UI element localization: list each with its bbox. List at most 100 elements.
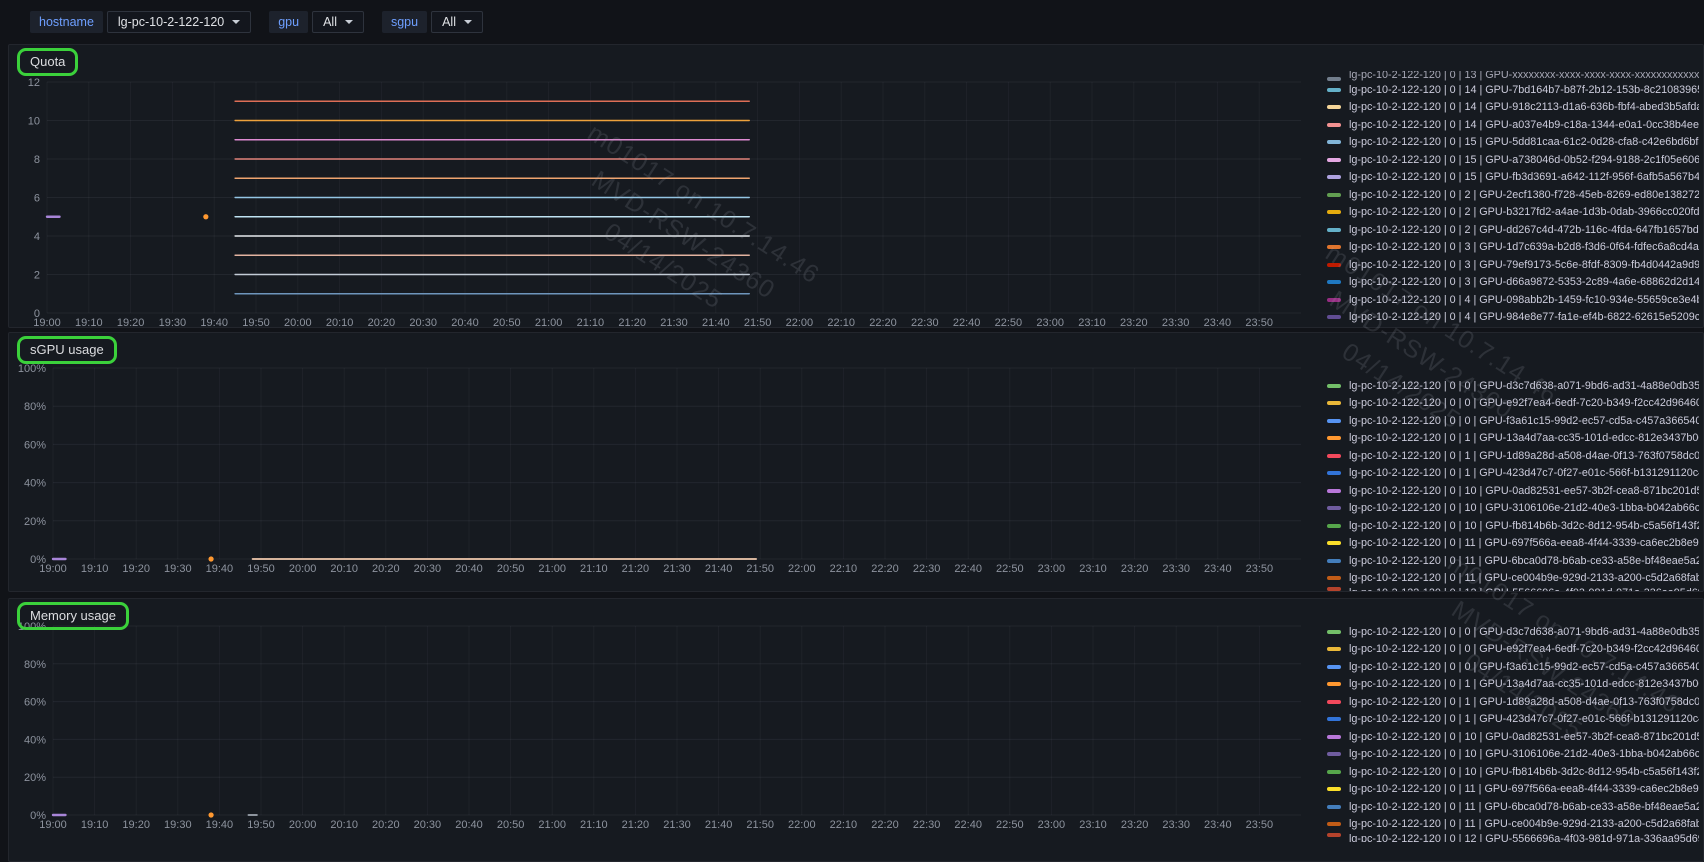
legend-label: lg-pc-10-2-122-120 | 0 | 1 | GPU-13a4d7a… [1349, 678, 1699, 690]
y-axis-tick-label: 60% [24, 439, 46, 451]
x-axis-tick-label: 20:10 [330, 819, 358, 831]
legend-item[interactable]: lg-pc-10-2-122-120 | 0 | 4 | GPU-098abb2… [1327, 291, 1699, 309]
legend-item[interactable]: lg-pc-10-2-122-120 | 0 | 13 | GPU-xxxxxx… [1327, 71, 1699, 81]
x-axis-tick-label: 22:00 [788, 819, 816, 831]
legend-item[interactable]: lg-pc-10-2-122-120 | 0 | 12 | GPU-556669… [1327, 587, 1699, 592]
legend-item[interactable]: lg-pc-10-2-122-120 | 0 | 11 | GPU-ce004b… [1327, 816, 1699, 834]
x-axis-tick-label: 19:40 [206, 563, 234, 575]
x-axis-tick-label: 19:50 [242, 317, 270, 327]
legend-item[interactable]: lg-pc-10-2-122-120 | 0 | 14 | GPU-918c21… [1327, 99, 1699, 117]
legend-item[interactable]: lg-pc-10-2-122-120 | 0 | 10 | GPU-310610… [1327, 746, 1699, 764]
legend-label: lg-pc-10-2-122-120 | 0 | 15 | GPU-a73804… [1349, 154, 1699, 166]
x-axis-tick-label: 20:50 [493, 317, 521, 327]
y-axis-tick-label: 12 [28, 77, 40, 89]
y-axis-tick-label: 80% [24, 401, 46, 413]
series-color-dash [1327, 436, 1341, 440]
x-axis-tick-label: 21:00 [535, 317, 563, 327]
chevron-down-icon [232, 20, 240, 24]
x-axis-tick-label: 23:00 [1038, 819, 1066, 831]
data-point[interactable] [203, 214, 208, 219]
legend-label: lg-pc-10-2-122-120 | 0 | 1 | GPU-1d89a28… [1349, 450, 1699, 462]
legend-item[interactable]: lg-pc-10-2-122-120 | 0 | 10 | GPU-fb814b… [1327, 763, 1699, 781]
legend-item[interactable]: lg-pc-10-2-122-120 | 0 | 1 | GPU-1d89a28… [1327, 693, 1699, 711]
legend-item[interactable]: lg-pc-10-2-122-120 | 0 | 15 | GPU-5dd81c… [1327, 134, 1699, 152]
legend-item[interactable]: lg-pc-10-2-122-120 | 0 | 0 | GPU-d3c7d63… [1327, 623, 1699, 641]
series-color-dash [1327, 401, 1341, 405]
legend-item[interactable]: lg-pc-10-2-122-120 | 0 | 1 | GPU-1d89a28… [1327, 447, 1699, 465]
legend-label: lg-pc-10-2-122-120 | 0 | 11 | GPU-697f56… [1349, 783, 1699, 795]
legend-label: lg-pc-10-2-122-120 | 0 | 11 | GPU-6bca0d… [1349, 555, 1699, 567]
legend-item[interactable]: lg-pc-10-2-122-120 | 0 | 0 | GPU-d3c7d63… [1327, 377, 1699, 395]
series-color-dash [1327, 245, 1341, 249]
legend-item[interactable]: lg-pc-10-2-122-120 | 0 | 15 | GPU-a73804… [1327, 151, 1699, 169]
x-axis-tick-label: 21:30 [663, 819, 691, 831]
x-axis-tick-label: 20:30 [409, 317, 437, 327]
legend-item[interactable]: lg-pc-10-2-122-120 | 0 | 2 | GPU-2ecf138… [1327, 186, 1699, 204]
series-color-dash [1327, 419, 1341, 423]
data-point[interactable] [208, 556, 213, 561]
x-axis-tick-label: 19:00 [33, 317, 61, 327]
series-color-dash [1327, 140, 1341, 144]
legend-item[interactable]: lg-pc-10-2-122-120 | 0 | 11 | GPU-697f56… [1327, 781, 1699, 799]
x-axis-tick-label: 20:10 [326, 317, 354, 327]
x-axis-tick-label: 21:20 [618, 317, 646, 327]
legend-item[interactable]: lg-pc-10-2-122-120 | 0 | 10 | GPU-0ad825… [1327, 482, 1699, 500]
legend-item[interactable]: lg-pc-10-2-122-120 | 0 | 11 | GPU-697f56… [1327, 535, 1699, 553]
legend-item[interactable]: lg-pc-10-2-122-120 | 0 | 2 | GPU-dd267c4… [1327, 221, 1699, 239]
panel-title-highlight: Memory usage [17, 602, 129, 630]
legend-item[interactable]: lg-pc-10-2-122-120 | 0 | 1 | GPU-13a4d7a… [1327, 430, 1699, 448]
y-axis-tick-label: 2 [34, 270, 40, 282]
legend-item[interactable]: lg-pc-10-2-122-120 | 0 | 0 | GPU-e92f7ea… [1327, 395, 1699, 413]
x-axis-tick-label: 20:00 [284, 317, 312, 327]
x-axis-tick-label: 23:50 [1246, 563, 1274, 575]
legend-item[interactable]: lg-pc-10-2-122-120 | 0 | 3 | GPU-d66a987… [1327, 274, 1699, 292]
legend-item[interactable]: lg-pc-10-2-122-120 | 0 | 1 | GPU-13a4d7a… [1327, 676, 1699, 694]
legend-item[interactable]: lg-pc-10-2-122-120 | 0 | 0 | GPU-e92f7ea… [1327, 641, 1699, 659]
y-axis-tick-label: 10 [28, 116, 40, 128]
legend-item[interactable]: lg-pc-10-2-122-120 | 0 | 10 | GPU-310610… [1327, 500, 1699, 518]
legend-label: lg-pc-10-2-122-120 | 0 | 12 | GPU-556669… [1349, 587, 1699, 592]
legend-label: lg-pc-10-2-122-120 | 0 | 1 | GPU-423d47c… [1349, 467, 1699, 479]
x-axis-tick-label: 19:10 [81, 563, 109, 575]
series-color-dash [1327, 647, 1341, 651]
x-axis-tick-label: 20:30 [414, 563, 442, 575]
legend-item[interactable]: lg-pc-10-2-122-120 | 0 | 2 | GPU-b3217fd… [1327, 204, 1699, 222]
legend-item[interactable]: lg-pc-10-2-122-120 | 0 | 1 | GPU-423d47c… [1327, 711, 1699, 729]
x-axis-tick-label: 23:20 [1120, 317, 1148, 327]
x-axis-tick-label: 19:30 [159, 317, 187, 327]
legend-item[interactable]: lg-pc-10-2-122-120 | 0 | 11 | GPU-ce004b… [1327, 570, 1699, 588]
series-color-dash [1327, 175, 1341, 179]
x-axis-tick-label: 20:00 [289, 819, 317, 831]
x-axis-tick-label: 21:40 [702, 317, 730, 327]
x-axis-tick-label: 22:30 [913, 563, 941, 575]
filter-gpu-value[interactable]: All [312, 11, 364, 33]
legend-label: lg-pc-10-2-122-120 | 0 | 14 | GPU-918c21… [1349, 101, 1699, 113]
dashboard-controls: hostname lg-pc-10-2-122-120 gpu All sgpu… [30, 11, 483, 33]
x-axis-tick-label: 20:50 [497, 819, 525, 831]
filter-sgpu-value[interactable]: All [431, 11, 483, 33]
legend-item[interactable]: lg-pc-10-2-122-120 | 0 | 3 | GPU-1d7c639… [1327, 239, 1699, 257]
legend-item[interactable]: lg-pc-10-2-122-120 | 0 | 4 | GPU-984e8e7… [1327, 309, 1699, 327]
legend-item[interactable]: lg-pc-10-2-122-120 | 0 | 11 | GPU-6bca0d… [1327, 552, 1699, 570]
legend-item[interactable]: lg-pc-10-2-122-120 | 0 | 0 | GPU-f3a61c1… [1327, 412, 1699, 430]
legend-item[interactable]: lg-pc-10-2-122-120 | 0 | 15 | GPU-fb3d36… [1327, 169, 1699, 187]
legend-item[interactable]: lg-pc-10-2-122-120 | 0 | 10 | GPU-fb814b… [1327, 517, 1699, 535]
legend-item[interactable]: lg-pc-10-2-122-120 | 0 | 14 | GPU-a037e4… [1327, 116, 1699, 134]
memory-usage-legend: lg-pc-10-2-122-120 | 0 | 0 | GPU-d3c7d63… [1327, 623, 1699, 842]
legend-label: lg-pc-10-2-122-120 | 0 | 14 | GPU-7bd164… [1349, 84, 1699, 96]
legend-item[interactable]: lg-pc-10-2-122-120 | 0 | 12 | GPU-556669… [1327, 833, 1699, 842]
legend-item[interactable]: lg-pc-10-2-122-120 | 0 | 14 | GPU-7bd164… [1327, 81, 1699, 99]
legend-item[interactable]: lg-pc-10-2-122-120 | 0 | 3 | GPU-79ef917… [1327, 256, 1699, 274]
filter-hostname-value[interactable]: lg-pc-10-2-122-120 [107, 11, 251, 33]
y-axis-tick-label: 80% [24, 659, 46, 671]
legend-label: lg-pc-10-2-122-120 | 0 | 3 | GPU-79ef917… [1349, 259, 1699, 271]
series-color-dash [1327, 280, 1341, 284]
x-axis-tick-label: 19:00 [39, 819, 67, 831]
data-point[interactable] [208, 812, 213, 817]
legend-item[interactable]: lg-pc-10-2-122-120 | 0 | 11 | GPU-6bca0d… [1327, 798, 1699, 816]
legend-item[interactable]: lg-pc-10-2-122-120 | 0 | 1 | GPU-423d47c… [1327, 465, 1699, 483]
legend-item[interactable]: lg-pc-10-2-122-120 | 0 | 10 | GPU-0ad825… [1327, 728, 1699, 746]
x-axis-tick-label: 19:20 [122, 819, 150, 831]
legend-item[interactable]: lg-pc-10-2-122-120 | 0 | 0 | GPU-f3a61c1… [1327, 658, 1699, 676]
series-color-dash [1327, 105, 1341, 109]
